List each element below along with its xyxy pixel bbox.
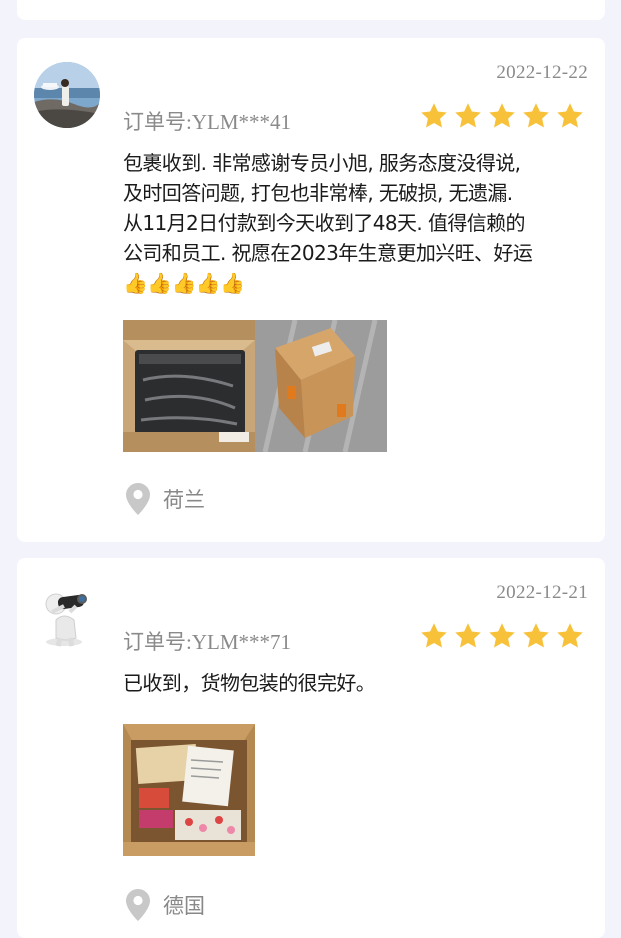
star-icon bbox=[557, 623, 583, 648]
reviewer-location: 荷兰 bbox=[125, 482, 205, 516]
reviewer-avatar bbox=[34, 586, 100, 652]
star-icon bbox=[421, 103, 447, 128]
star-icon bbox=[489, 623, 515, 648]
star-rating bbox=[419, 101, 585, 131]
star-icon bbox=[455, 103, 481, 128]
photo-avatar-seaside bbox=[34, 62, 100, 128]
sealed-box-photo[interactable] bbox=[255, 320, 387, 452]
review-date: 2022-12-22 bbox=[496, 62, 588, 83]
order-value: YLM***71 bbox=[191, 630, 292, 654]
reviewer-avatar bbox=[34, 62, 100, 128]
review-line: 及时回答问题, 打包也非常棒, 无破损, 无遗漏. bbox=[123, 181, 513, 205]
order-value: YLM***41 bbox=[191, 110, 292, 134]
order-label: 订单号: bbox=[123, 110, 192, 134]
star-icon bbox=[557, 103, 583, 128]
star-icon bbox=[523, 623, 549, 648]
location-label: 荷兰 bbox=[163, 488, 205, 512]
package-contents-photo[interactable] bbox=[123, 724, 255, 856]
star-icon bbox=[489, 103, 515, 128]
previous-review-card bbox=[17, 0, 605, 20]
reviewer-location: 德国 bbox=[125, 888, 205, 922]
review-line: 已收到，货物包装的很完好。 bbox=[123, 671, 376, 695]
review-photos bbox=[123, 724, 255, 856]
review-text: 包裹收到. 非常感谢专员小旭, 服务态度没得说, 及时回答问题, 打包也非常棒,… bbox=[123, 148, 591, 298]
location-pin-icon bbox=[126, 483, 150, 515]
thumbs-up-emoji: 👍👍👍👍👍 bbox=[123, 271, 245, 295]
review-text: 已收到，货物包装的很完好。 bbox=[123, 668, 591, 698]
review-line: 从11月2日付款到今天收到了48天. 值得信赖的 bbox=[123, 211, 526, 235]
star-icon bbox=[421, 623, 447, 648]
order-number: 订单号:YLM***41 bbox=[123, 106, 291, 136]
star-icon bbox=[523, 103, 549, 128]
review-date: 2022-12-21 bbox=[496, 582, 588, 603]
star-rating bbox=[419, 621, 585, 651]
order-label: 订单号: bbox=[123, 630, 192, 654]
opened-box-photo[interactable] bbox=[123, 320, 255, 452]
review-card: 2022-12-22 订单号:YLM***41 包裹收到. 非常感谢专员小旭, … bbox=[17, 38, 605, 542]
order-number: 订单号:YLM***71 bbox=[123, 626, 291, 656]
review-line: 包裹收到. 非常感谢专员小旭, 服务态度没得说, bbox=[123, 151, 521, 175]
star-icon bbox=[455, 623, 481, 648]
review-card: 2022-12-21 订单号:YLM***71 已收到，货物包装的很完好。 德国 bbox=[17, 558, 605, 938]
review-line: 公司和员工. 祝愿在2023年生意更加兴旺、好运 bbox=[123, 241, 533, 265]
binoculars-figure-avatar bbox=[34, 586, 100, 652]
location-pin-icon bbox=[126, 889, 150, 921]
review-photos bbox=[123, 320, 387, 452]
location-label: 德国 bbox=[163, 894, 205, 918]
